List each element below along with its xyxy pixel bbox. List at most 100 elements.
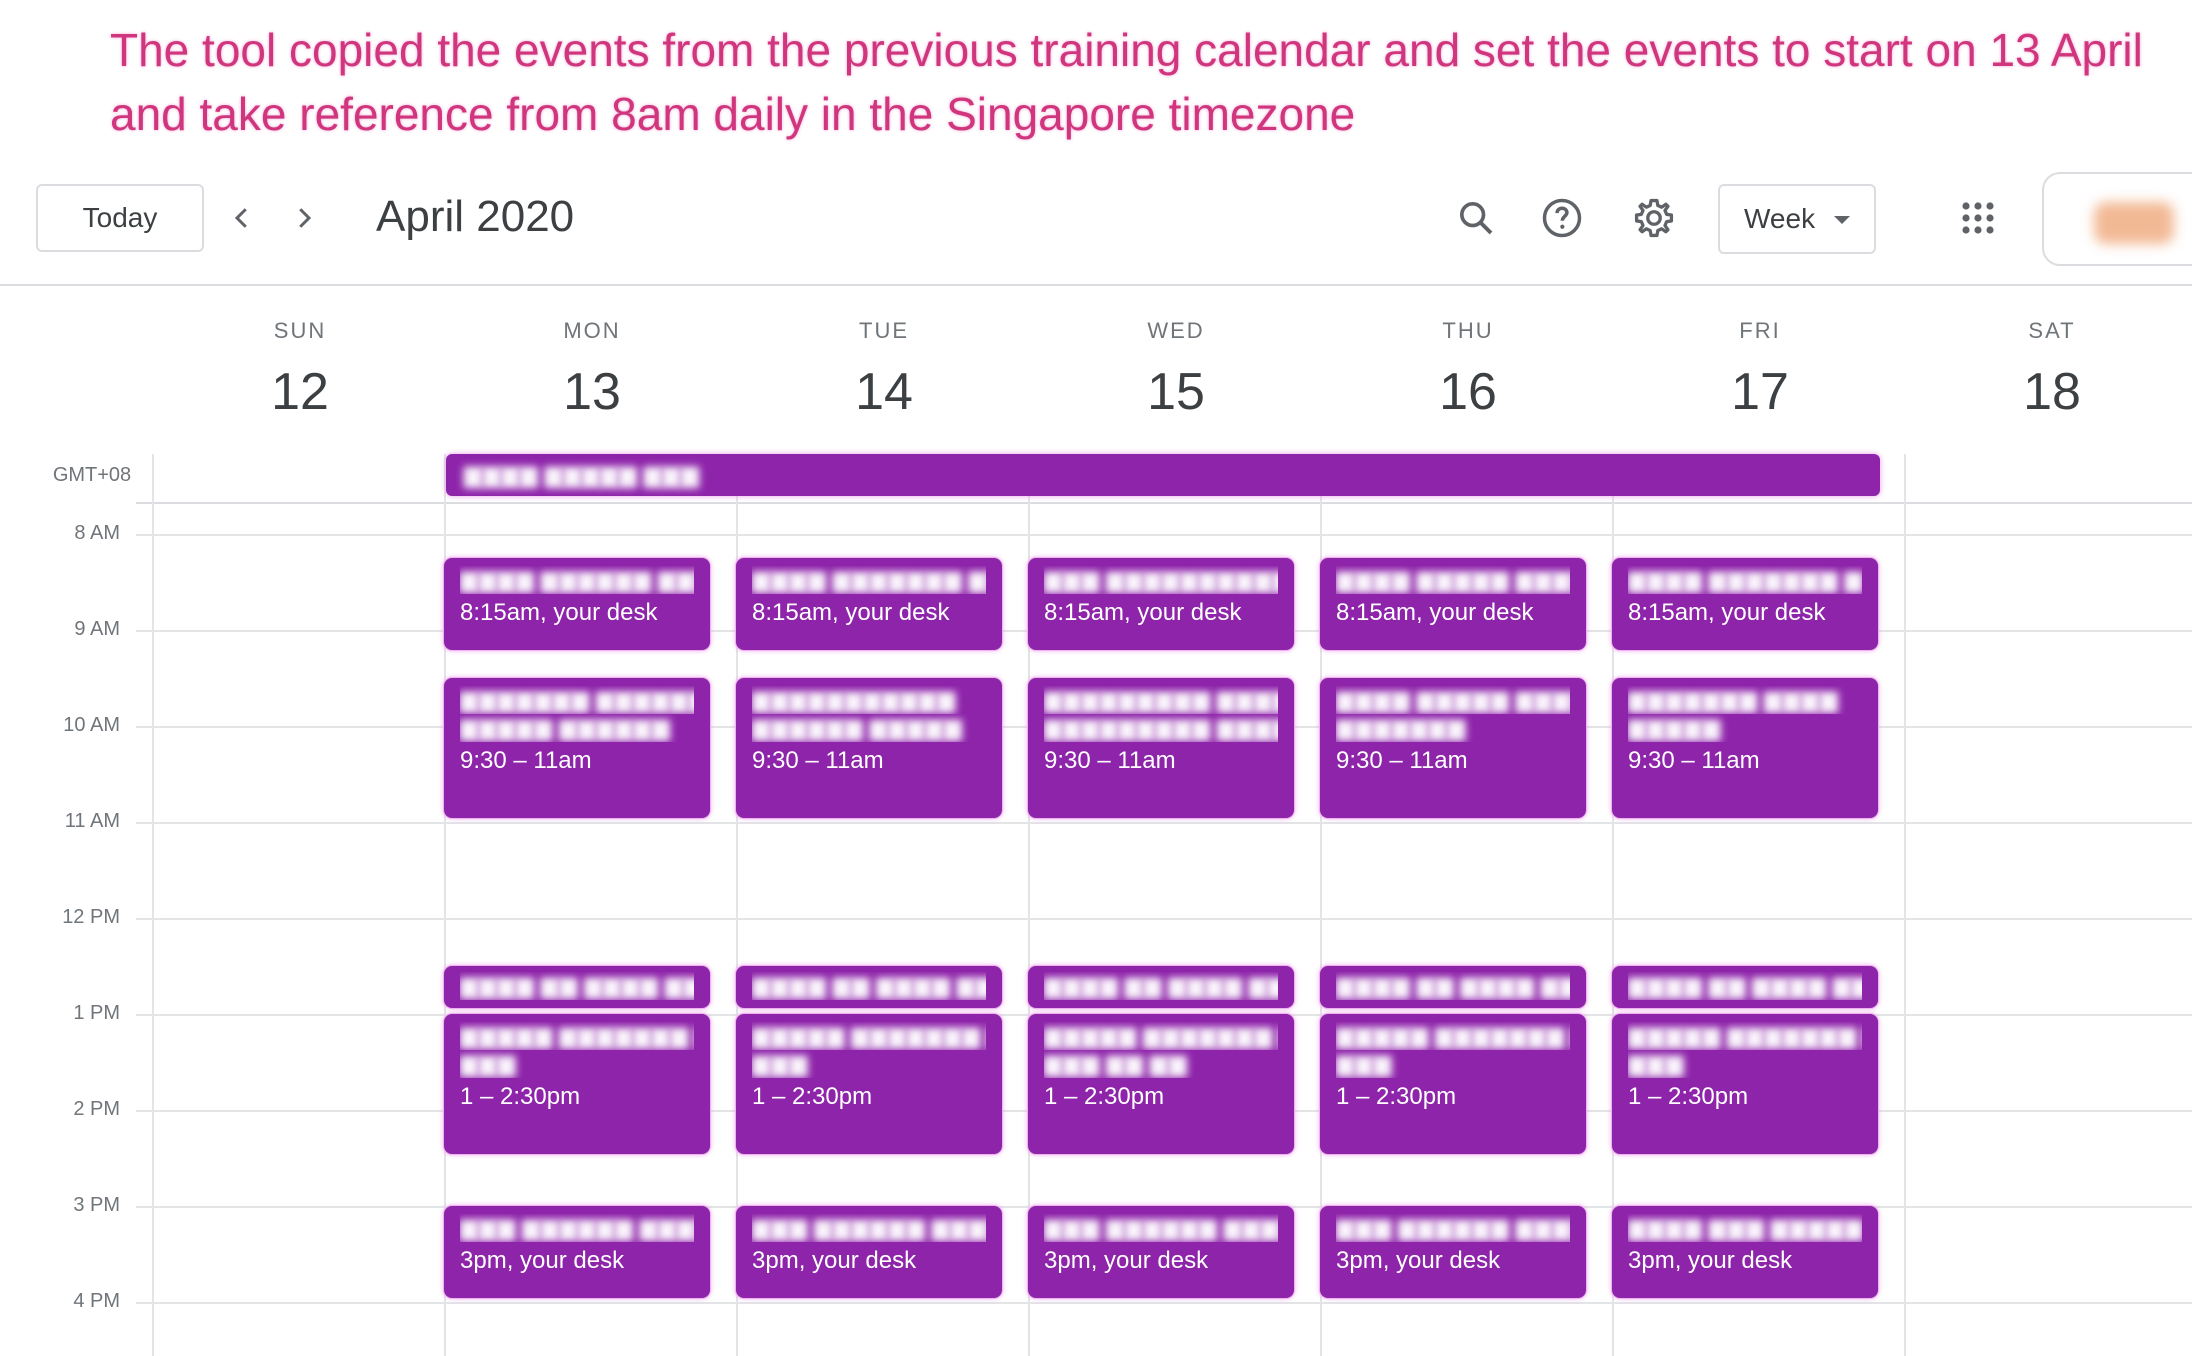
day-number[interactable]: 13 [446,362,738,422]
day-header-sat[interactable]: SAT 18 [1906,318,2192,422]
event-short[interactable]: ▆▆▆▆ ▆▆ ▆▆▆▆ ▆▆▆▆ ▆▆ [1612,966,1878,1008]
event-training-session[interactable]: ▆▆▆▆▆▆▆▆▆ ▆▆▆▆ ▆▆▆▆▆▆▆▆▆ ▆▆▆▆▆ 9:30 – 11… [1028,678,1294,818]
redacted-title: ▆▆▆ ▆▆▆▆▆▆ ▆▆▆▆▆ ▆▆ [752,1214,986,1241]
event-training-session[interactable]: ▆▆▆▆ ▆▆▆▆▆ ▆▆▆▆ ▆▆▆▆▆▆▆ 9:30 – 11am [1320,678,1586,818]
event-morning-desk[interactable]: ▆▆▆▆ ▆▆▆▆▆▆▆ ▆▆▆▆▆▆ 8:15am, your desk [736,558,1002,650]
event-training-session[interactable]: ▆▆▆▆▆▆▆▆▆▆▆ ▆▆▆▆▆▆ ▆▆▆▆▆ 9:30 – 11am [736,678,1002,818]
event-training-session[interactable]: ▆▆▆▆▆ ▆▆▆▆▆▆▆ ▆ ▆▆▆ ▆▆ ▆▆ 1 – 2:30pm [1028,1014,1294,1154]
event-afternoon-desk[interactable]: ▆▆▆ ▆▆▆▆▆▆ ▆▆▆▆▆ ▆ 3pm, your desk [1320,1206,1586,1298]
settings-button[interactable] [1624,188,1684,248]
column-divider [152,454,154,1356]
month-title: April 2020 [376,192,575,241]
event-time: 8:15am, your desk [1044,599,1242,626]
redacted-title: ▆▆▆▆▆ ▆▆▆▆▆▆▆ ▆▆ [1628,1022,1862,1049]
redacted-title: ▆▆▆▆ ▆▆ ▆▆▆▆ ▆▆▆▆ ▆▆ [1628,972,1862,999]
day-number[interactable]: 14 [738,362,1030,422]
chevron-down-icon [1834,216,1850,224]
next-week-button[interactable] [274,188,334,248]
redacted-title: ▆▆▆▆ ▆▆▆▆▆ ▆▆▆ [464,461,699,488]
all-day-event[interactable]: ▆▆▆▆ ▆▆▆▆▆ ▆▆▆ [446,454,1880,496]
event-morning-desk[interactable]: ▆▆▆ ▆▆▆▆▆▆▆▆▆▆ ▆▆▆▆ 8:15am, your desk [1028,558,1294,650]
previous-week-button[interactable] [212,188,272,248]
help-icon [1542,198,1582,238]
event-time: 9:30 – 11am [752,747,884,774]
day-header-fri[interactable]: FRI 17 [1614,318,1906,422]
redacted-title: ▆▆▆▆ ▆▆ ▆▆▆▆ ▆▆▆▆ ▆▆ [1044,972,1278,999]
day-name: WED [1147,318,1205,343]
timezone-label: GMT+08 [52,464,132,486]
view-selector[interactable]: Week [1718,184,1876,254]
help-button[interactable] [1532,188,1592,248]
event-training-session[interactable]: ▆▆▆▆▆ ▆▆▆▆▆▆▆ ▆ ▆▆▆ 1 – 2:30pm [1320,1014,1586,1154]
day-header-sun[interactable]: SUN 12 [154,318,446,422]
event-afternoon-desk[interactable]: ▆▆▆ ▆▆▆▆▆▆ ▆▆▆▆▆ ▆▆ 3pm, your desk [444,1206,710,1298]
event-time: 1 – 2:30pm [1044,1083,1165,1110]
day-header-mon[interactable]: MON 13 [446,318,738,422]
event-afternoon-desk[interactable]: ▆▆▆ ▆▆▆▆▆▆ ▆▆▆▆▆ ▆▆ 3pm, your desk [1028,1206,1294,1298]
day-name: MON [563,318,621,343]
apps-button[interactable] [1948,188,2008,248]
hour-label: 12 PM [62,906,120,928]
redacted-title: ▆▆▆▆ ▆▆ ▆▆▆▆ ▆▆▆▆ ▆▆ [1336,972,1570,999]
hour-gridline [136,1302,2192,1304]
event-time: 3pm, your desk [1336,1247,1501,1274]
event-time: 3pm, your desk [1044,1247,1209,1274]
event-short[interactable]: ▆▆▆▆ ▆▆ ▆▆▆▆ ▆▆▆▆ ▆▆ [1320,966,1586,1008]
redacted-title: ▆▆▆▆ ▆▆▆ ▆▆▆▆▆ ▆▆▆▆ [1628,1214,1862,1241]
event-morning-desk[interactable]: ▆▆▆▆ ▆▆▆▆▆▆ ▆▆▆▆▆▆▆ 8:15am, your desk [444,558,710,650]
redacted-title: ▆▆▆ [752,1050,808,1077]
day-header-thu[interactable]: THU 16 [1322,318,1614,422]
today-button[interactable]: Today [36,184,204,252]
redacted-title: ▆▆▆▆ ▆▆ ▆▆▆▆ ▆▆▆▆ ▆▆ [752,972,986,999]
event-training-session[interactable]: ▆▆▆▆▆▆▆ ▆▆▆▆▆▆▆ ▆▆▆▆▆ ▆▆▆▆▆▆ 9:30 – 11am [444,678,710,818]
day-header-tue[interactable]: TUE 14 [738,318,1030,422]
hour-label: 9 AM [74,618,120,640]
day-number[interactable]: 12 [154,362,446,422]
avatar[interactable] [2094,202,2174,244]
search-button[interactable] [1446,188,1506,248]
event-training-session[interactable]: ▆▆▆▆▆ ▆▆▆▆▆▆▆ ▆ ▆ ▆▆▆ 1 – 2:30pm [444,1014,710,1154]
hour-label: 2 PM [73,1098,120,1120]
day-number[interactable]: 16 [1322,362,1614,422]
day-header-wed[interactable]: WED 15 [1030,318,1322,422]
event-time: 3pm, your desk [752,1247,917,1274]
redacted-title: ▆▆▆▆ ▆▆▆▆▆▆▆ ▆▆▆▆▆▆ [752,566,986,593]
account-card[interactable] [2042,172,2192,266]
event-training-session[interactable]: ▆▆▆▆▆ ▆▆▆▆▆▆▆ ▆/ ▆▆▆ 1 – 2:30pm [736,1014,1002,1154]
hour-label: 4 PM [73,1290,120,1312]
event-morning-desk[interactable]: ▆▆▆▆ ▆▆▆▆▆ ▆▆▆▆▆ ▆▆▆ 8:15am, your desk [1320,558,1586,650]
hour-gridline [136,918,2192,920]
event-time: 9:30 – 11am [1044,747,1176,774]
search-icon [1460,202,1493,235]
hour-label: 3 PM [73,1194,120,1216]
event-afternoon-desk[interactable]: ▆▆▆▆ ▆▆▆ ▆▆▆▆▆ ▆▆▆▆ 3pm, your desk [1612,1206,1878,1298]
gear-icon [1634,198,1674,238]
redacted-title: ▆▆▆▆ ▆▆▆▆▆▆ ▆▆▆▆▆▆▆ [460,566,694,593]
redacted-title: ▆▆▆▆ ▆▆▆▆▆ ▆▆▆▆ [1336,686,1570,713]
event-training-session[interactable]: ▆▆▆▆▆ ▆▆▆▆▆▆▆ ▆▆ ▆▆▆ 1 – 2:30pm [1612,1014,1878,1154]
column-divider [1904,454,1906,1356]
hour-label: 1 PM [73,1002,120,1024]
day-number[interactable]: 17 [1614,362,1906,422]
event-short[interactable]: ▆▆▆▆ ▆▆ ▆▆▆▆ ▆▆▆▆ ▆▆ [1028,966,1294,1008]
redacted-title: ▆▆▆ [460,1050,516,1077]
hour-label: 8 AM [74,522,120,544]
day-number[interactable]: 18 [1906,362,2192,422]
view-label: Week [1744,203,1816,234]
event-morning-desk[interactable]: ▆▆▆▆ ▆▆▆▆▆▆▆ ▆ ▆▆▆▆ 8:15am, your desk [1612,558,1878,650]
event-time: 8:15am, your desk [1628,599,1826,626]
redacted-title: ▆▆▆▆ ▆▆▆▆▆▆▆ ▆ ▆▆▆▆ [1628,566,1862,593]
event-short[interactable]: ▆▆▆▆ ▆▆ ▆▆▆▆ ▆▆▆▆ ▆▆ [736,966,1002,1008]
event-afternoon-desk[interactable]: ▆▆▆ ▆▆▆▆▆▆ ▆▆▆▆▆ ▆▆ 3pm, your desk [736,1206,1002,1298]
event-time: 1 – 2:30pm [752,1083,873,1110]
event-short[interactable]: ▆▆▆▆ ▆▆ ▆▆▆▆ ▆▆▆▆ ▆▆ [444,966,710,1008]
event-time: 1 – 2:30pm [1336,1083,1457,1110]
redacted-title: ▆▆▆ ▆▆▆▆▆▆ ▆▆▆▆▆ ▆▆ [1044,1214,1278,1241]
event-time: 8:15am, your desk [752,599,950,626]
day-name: THU [1442,318,1494,343]
event-training-session[interactable]: ▆▆▆▆▆▆▆ ▆▆▆▆ ▆▆▆▆▆ 9:30 – 11am [1612,678,1878,818]
day-number[interactable]: 15 [1030,362,1322,422]
event-time: 8:15am, your desk [1336,599,1534,626]
chevron-right-icon [299,208,312,228]
redacted-title: ▆▆▆▆▆▆▆ ▆▆▆▆ [1628,686,1838,713]
